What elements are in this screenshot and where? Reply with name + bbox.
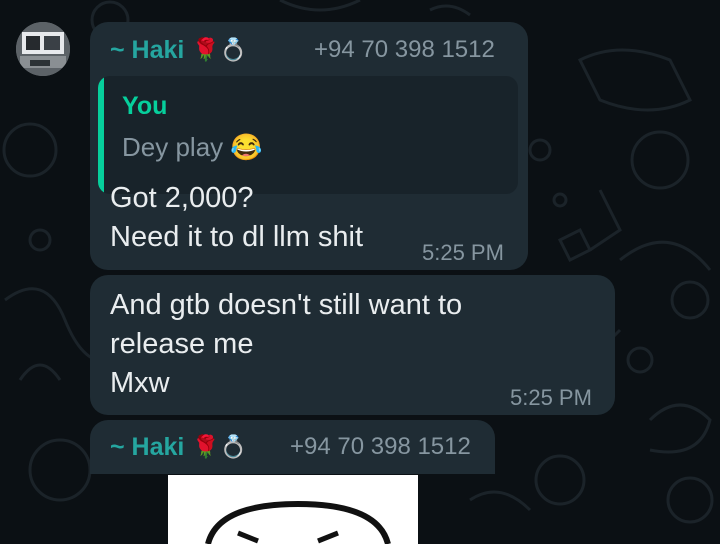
message-text-line: release me [110,328,254,360]
quote-accent-bar [98,76,104,194]
sender-header: ~ Haki 🌹💍 [110,427,247,467]
sender-phone: +94 70 398 1512 [314,36,495,63]
message-text-line: And gtb doesn't still want to [110,289,463,321]
contact-avatar[interactable] [16,22,70,76]
message-bubble[interactable]: ~ Haki 🌹💍 +94 70 398 1512 [90,420,495,474]
sender-emoji: 🌹💍 [192,434,248,460]
sender-emoji: 🌹💍 [192,37,248,63]
quote-text: Dey play 😂 [122,132,263,162]
message-time: 5:25 PM [510,385,592,410]
sender-header: ~ Haki 🌹💍 [110,30,247,70]
message-bubble[interactable]: And gtb doesn't still want to release me… [90,275,615,415]
quote-author: You [122,92,168,120]
sender-name[interactable]: ~ Haki [110,36,184,65]
message-text-line: Need it to dl llm shit [110,221,364,253]
message-text-line: Mxw [110,367,170,399]
sender-phone: +94 70 398 1512 [290,433,471,460]
sender-name[interactable]: ~ Haki [110,433,184,462]
message-bubble[interactable]: ~ Haki 🌹💍 +94 70 398 1512 You Dey play 😂… [90,22,528,270]
sticker-image[interactable] [168,475,418,544]
message-time: 5:25 PM [422,240,504,265]
quoted-message[interactable]: You Dey play 😂 [98,76,518,194]
message-text-line: Got 2,000? [110,182,254,214]
